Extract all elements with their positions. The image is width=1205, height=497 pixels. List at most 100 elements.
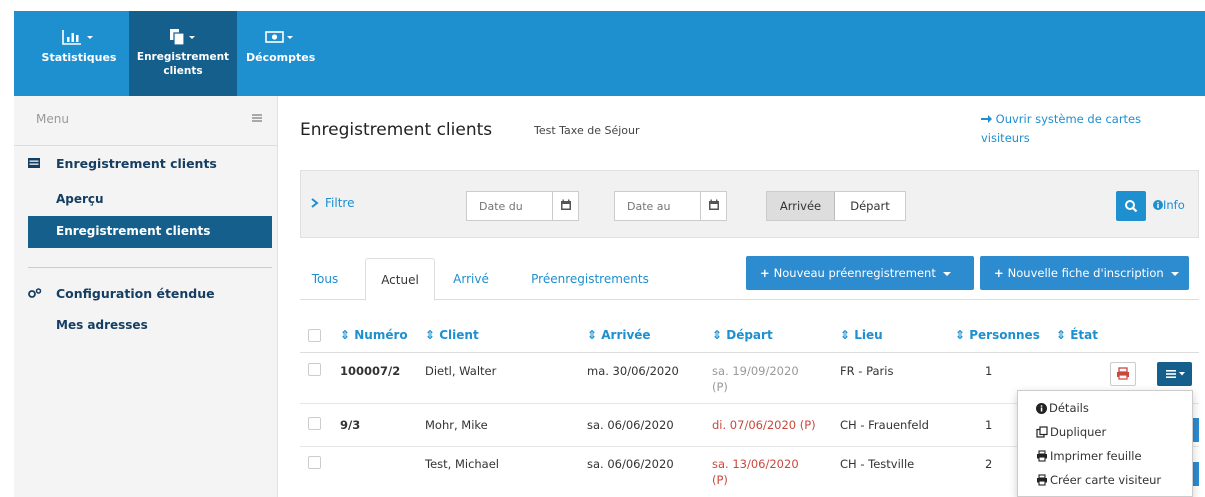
col-label: Arrivée <box>601 328 651 342</box>
menu-item-imprimer-feuille[interactable]: Imprimer feuille <box>1036 449 1142 463</box>
list-icon <box>28 158 40 168</box>
select-all-checkbox[interactable] <box>308 329 321 342</box>
sidebar-item-enregistrement-clients[interactable]: Enregistrement clients <box>28 216 272 248</box>
sidebar-item-label: Mes adresses <box>56 318 148 332</box>
new-preregistration-button[interactable]: + Nouveau préenregistrement <box>746 256 974 290</box>
toggle-depart[interactable]: Départ <box>835 192 905 220</box>
col-label: Client <box>439 328 479 342</box>
menu-item-label: Créer carte visiteur <box>1050 473 1162 487</box>
cell-personnes: 1 <box>985 364 993 378</box>
row-checkbox[interactable] <box>308 456 321 469</box>
filter-toggle[interactable]: Filtre <box>311 196 354 210</box>
sidebar-item-label: Enregistrement clients <box>56 224 211 238</box>
filter-panel: Filtre Date du Date au Arrivée Départ In… <box>300 170 1199 238</box>
date-from-calendar-button[interactable] <box>552 192 578 220</box>
search-button[interactable] <box>1116 191 1146 221</box>
menu-item-label: Détails <box>1049 401 1089 415</box>
col-label: Départ <box>726 328 773 342</box>
nav-label-clients: clients <box>163 65 203 77</box>
new-preregistration-label: Nouveau préenregistrement <box>773 266 936 280</box>
col-label: Numéro <box>354 328 408 342</box>
tab-actuel[interactable]: Actuel <box>365 258 435 301</box>
row-checkbox[interactable] <box>308 417 321 430</box>
tab-preenregistrements[interactable]: Préenregistrements <box>515 258 665 300</box>
print-button[interactable] <box>1110 362 1136 386</box>
info-link[interactable]: Info <box>1153 198 1185 212</box>
date-from-field <box>466 191 579 221</box>
menu-label: Menu <box>36 112 69 126</box>
menu-item-creer-carte-visiteur[interactable]: Créer carte visiteur <box>1036 473 1161 487</box>
cell-depart: sa. 19/09/2020 <box>712 364 799 378</box>
col-personnes[interactable]: ⇕ Personnes <box>955 328 1040 342</box>
page-title: Enregistrement clients <box>300 120 493 140</box>
nav-statistiques[interactable]: Statistiques <box>38 11 120 96</box>
cell-numero: 9/3 <box>340 418 361 432</box>
date-to-calendar-button[interactable] <box>700 192 726 220</box>
info-icon <box>1036 403 1047 414</box>
arrival-departure-toggle: Arrivée Départ <box>766 191 906 221</box>
cell-depart: sa. 13/06/2020 <box>712 457 799 471</box>
sidebar-menu-header: Menu <box>14 96 278 146</box>
row-actions-menu-button[interactable] <box>1193 418 1199 442</box>
row-actions-menu-button[interactable] <box>1193 462 1199 486</box>
new-registration-form-label: Nouvelle fiche d'inscription <box>1007 266 1164 280</box>
plus-icon: + <box>994 266 1008 280</box>
sidebar-section-title: Enregistrement clients <box>56 156 217 171</box>
col-client[interactable]: ⇕ Client <box>425 328 479 342</box>
toggle-arrivee[interactable]: Arrivée <box>767 192 835 220</box>
open-visitor-cards-label: Ouvrir système de cartes visiteurs <box>981 112 1142 145</box>
col-label: État <box>1070 328 1099 342</box>
sidebar-section-title: Configuration étendue <box>56 286 215 301</box>
sidebar-item-mes-adresses[interactable]: Mes adresses <box>28 310 272 342</box>
menu-item-details[interactable]: Détails <box>1036 401 1089 415</box>
cell-arrivee: ma. 30/06/2020 <box>587 364 679 378</box>
nav-decomptes[interactable]: Décomptes <box>246 11 315 96</box>
cell-numero: 100007/2 <box>340 364 401 378</box>
cell-client: Mohr, Mike <box>425 418 488 432</box>
col-arrivee[interactable]: ⇕ Arrivée <box>587 328 651 342</box>
row-actions-menu-button[interactable] <box>1157 362 1192 386</box>
info-label: Info <box>1163 198 1185 212</box>
open-visitor-cards-link[interactable]: Ouvrir système de cartes visiteurs <box>981 110 1181 148</box>
documents-icon <box>170 29 195 45</box>
col-etat[interactable]: ⇕ État <box>1056 328 1098 342</box>
table-header: ⇕ Numéro ⇕ Client ⇕ Arrivée ⇕ Départ ⇕ L… <box>300 318 1199 353</box>
date-from-input[interactable] <box>467 192 557 220</box>
hamburger-icon[interactable] <box>252 114 262 122</box>
col-lieu[interactable]: ⇕ Lieu <box>840 328 883 342</box>
printer-icon <box>1037 450 1047 462</box>
cell-lieu: FR - Paris <box>840 364 894 378</box>
cell-personnes: 2 <box>985 457 993 471</box>
list-caret-icon <box>1166 370 1185 378</box>
nav-label-enregistrement: Enregistrement <box>136 51 230 63</box>
banknote-icon <box>265 31 293 43</box>
sidebar-divider <box>28 267 272 268</box>
copy-icon <box>1036 426 1048 438</box>
row-actions-dropdown: Détails Dupliquer Imprimer feuille Créer… <box>1017 390 1193 497</box>
tab-arrive[interactable]: Arrivé <box>440 258 502 300</box>
menu-item-dupliquer[interactable]: Dupliquer <box>1036 425 1106 439</box>
cell-client: Test, Michael <box>425 457 500 471</box>
filter-label: Filtre <box>325 196 355 210</box>
bar-chart-icon <box>62 30 93 45</box>
chevron-right-icon <box>311 198 319 208</box>
caret-down-icon <box>943 272 952 276</box>
nav-label-statistiques: Statistiques <box>41 51 117 64</box>
cell-depart: di. 07/06/2020 (P) <box>712 418 816 432</box>
nav-enregistrement-clients[interactable]: Enregistrement clients <box>129 11 237 96</box>
sidebar-item-apercu[interactable]: Aperçu <box>28 184 272 216</box>
cell-depart-suffix: (P) <box>712 473 728 487</box>
calendar-icon <box>709 199 719 210</box>
new-registration-form-button[interactable]: + Nouvelle fiche d'inscription <box>980 256 1189 290</box>
date-to-input[interactable] <box>615 192 705 220</box>
col-numero[interactable]: ⇕ Numéro <box>340 328 408 342</box>
cell-client: Dietl, Walter <box>425 364 497 378</box>
row-checkbox[interactable] <box>308 363 321 376</box>
menu-item-label: Imprimer feuille <box>1050 449 1142 463</box>
col-depart[interactable]: ⇕ Départ <box>712 328 773 342</box>
printer-icon <box>1037 474 1047 486</box>
tab-tous[interactable]: Tous <box>300 258 350 300</box>
col-label: Lieu <box>854 328 883 342</box>
col-label: Personnes <box>969 328 1040 342</box>
top-navigation: Statistiques Enregistrement clients Déco… <box>0 0 1205 96</box>
